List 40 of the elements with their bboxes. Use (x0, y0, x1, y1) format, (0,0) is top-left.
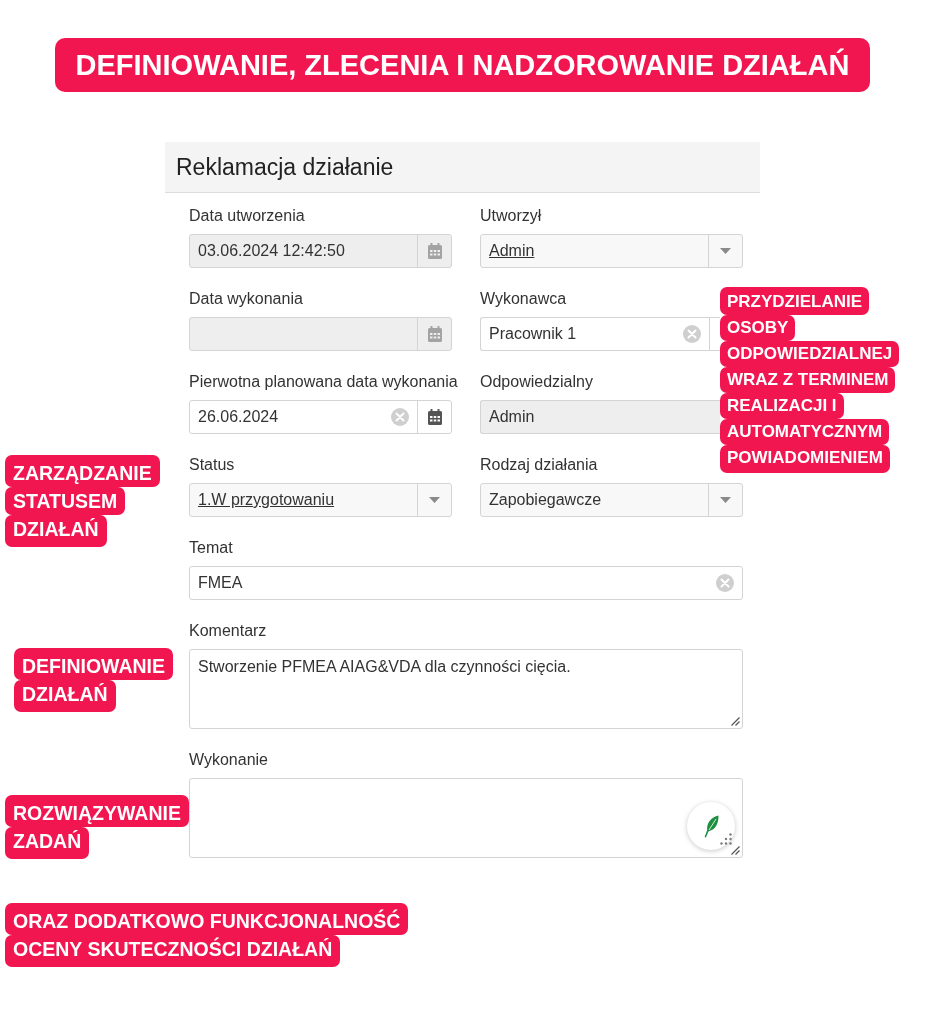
writing-assistant-button[interactable] (687, 802, 735, 850)
resize-handle-icon[interactable] (731, 846, 740, 855)
field-label: Wykonanie (189, 750, 268, 770)
field-label: Data utworzenia (189, 206, 305, 226)
field-label: Utworzył (480, 206, 542, 226)
date-field[interactable]: 26.06.2024 (189, 400, 452, 434)
combo-field[interactable]: Pracownik 1 (480, 317, 720, 351)
dropdown-field[interactable]: 1.W przygotowaniu (189, 483, 452, 517)
field-label: Status (189, 455, 235, 475)
annotation-label: PRZYDZIELANIE OSOBY ODPOWIEDZIALNEJ WRAZ Z TERMINEM REALIZACJI I AUTOMATYCZNYM POWIADOMIENIEM (720, 287, 900, 473)
field-label: Rodzaj działania (480, 455, 598, 475)
date-field[interactable] (189, 317, 452, 351)
grip-icon[interactable] (720, 833, 732, 845)
field-label: Komentarz (189, 621, 267, 641)
dropdown-field[interactable]: Admin (480, 234, 743, 268)
dropdown-field[interactable]: Zapobiegawcze (480, 483, 743, 517)
date-field[interactable]: 03.06.2024 12:42:50 (189, 234, 452, 268)
annotation-label: ZARZĄDZANIE STATUSEM DZIAŁAŃ (5, 455, 160, 547)
annotation-label: ORAZ DODATKOWO FUNKCJONALNOŚĆ OCENY SKUTECZNOŚCI DZIAŁAŃ (5, 903, 409, 967)
calendar-icon (426, 409, 443, 425)
page-title: DEFINIOWANIE, ZLECENIA I NADZOROWANIE DZIAŁAŃ (55, 38, 870, 92)
field-label: Wykonawca (480, 289, 567, 309)
caret-icon (720, 497, 731, 503)
field-label: Pierwotna planowana data wykonania (189, 372, 458, 392)
field-label: Temat (189, 538, 233, 558)
field-label: Odpowiedzialny (480, 372, 593, 392)
text-field[interactable]: Admin (480, 400, 720, 434)
caret-icon (429, 497, 440, 503)
feather-icon (703, 814, 719, 838)
annotation-label: DEFINIOWANIE DZIAŁAŃ (14, 648, 173, 712)
field-label: Data wykonania (189, 289, 303, 309)
text-field[interactable]: FMEA (189, 566, 743, 600)
caret-icon (720, 248, 731, 254)
calendar-icon (426, 326, 443, 342)
calendar-icon (426, 243, 443, 259)
form-title: Reklamacja działanie (176, 153, 394, 181)
annotation-label: ROZWIĄZYWANIE ZADAŃ (5, 795, 189, 859)
textarea-field[interactable]: Stworzenie PFMEA AIAG&VDA dla czynności cięcia. (189, 649, 743, 729)
resize-handle-icon[interactable] (731, 717, 740, 726)
textarea-field[interactable] (189, 778, 743, 858)
